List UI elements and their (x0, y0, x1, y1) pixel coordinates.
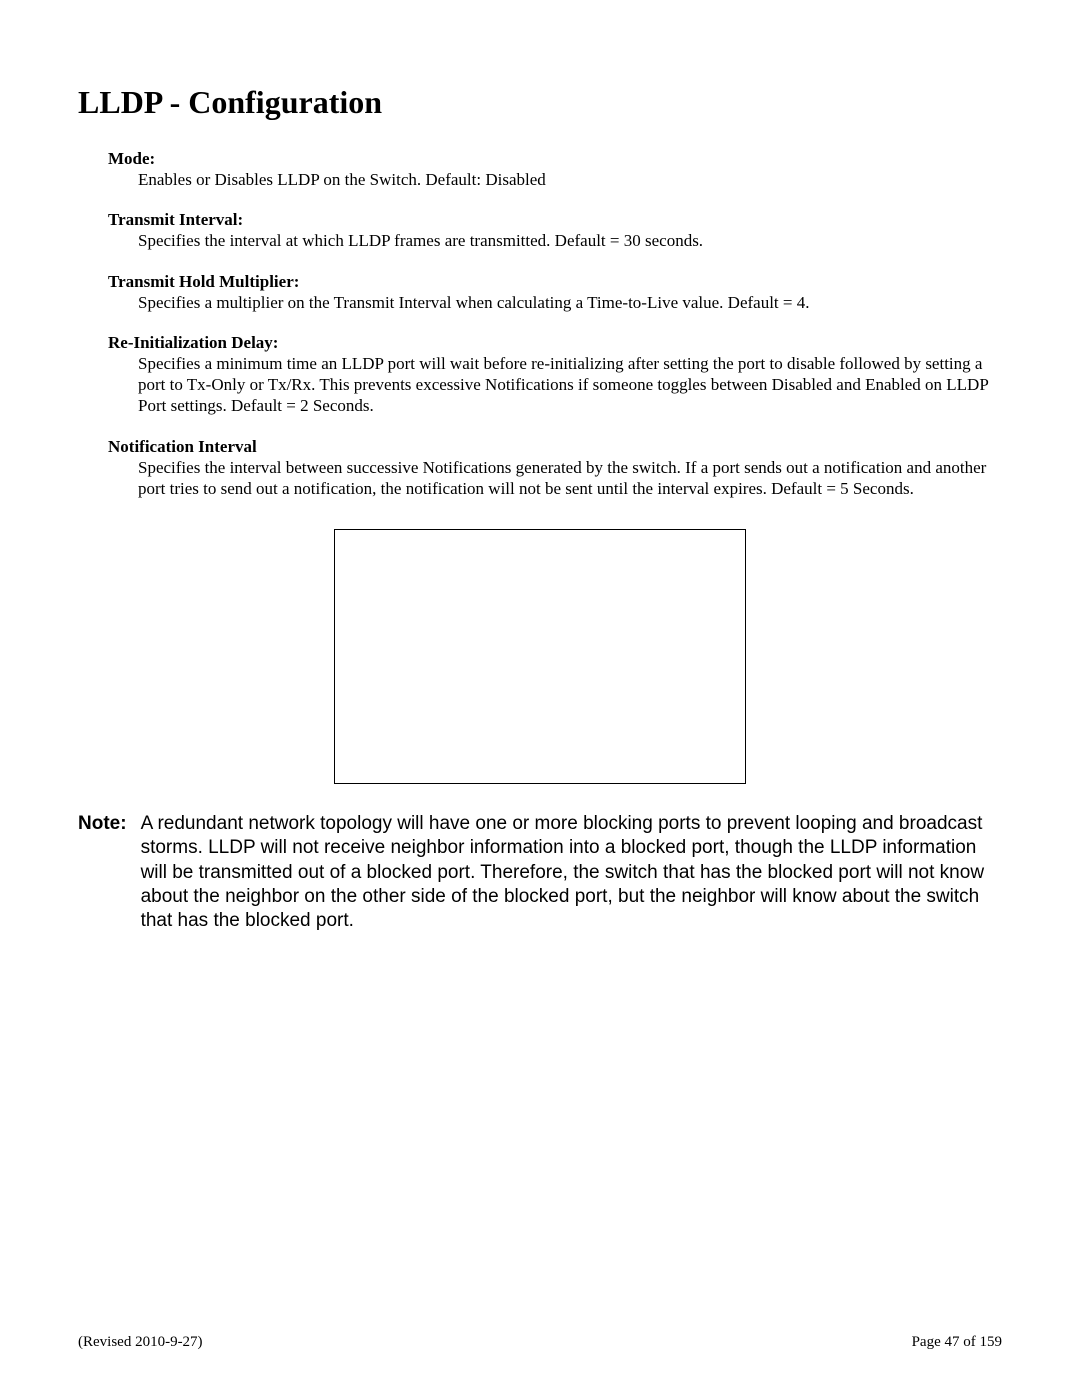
note-body: A redundant network topology will have o… (141, 812, 1002, 934)
section-label: Transmit Interval: (108, 210, 1002, 230)
section-body: Specifies the interval between successiv… (138, 457, 1002, 500)
section-label: Mode: (108, 149, 1002, 169)
figure-placeholder (334, 529, 746, 784)
section-body: Specifies a multiplier on the Transmit I… (138, 292, 1002, 313)
section-re-initialization-delay: Re-Initialization Delay: Specifies a min… (108, 333, 1002, 417)
note: Note: A redundant network topology will … (78, 812, 1002, 934)
section-mode: Mode: Enables or Disables LLDP on the Sw… (108, 149, 1002, 190)
footer-right: Page 47 of 159 (912, 1334, 1002, 1351)
section-transmit-interval: Transmit Interval: Specifies the interva… (108, 210, 1002, 251)
footer-left: (Revised 2010-9-27) (78, 1334, 203, 1351)
footer: (Revised 2010-9-27) Page 47 of 159 (78, 1334, 1002, 1351)
note-label: Note: (78, 812, 141, 934)
section-body: Specifies a minimum time an LLDP port wi… (138, 353, 1002, 417)
page-title: LLDP - Configuration (78, 84, 1002, 121)
section-label: Re-Initialization Delay: (108, 333, 1002, 353)
section-notification-interval: Notification Interval Specifies the inte… (108, 437, 1002, 500)
section-label: Notification Interval (108, 437, 1002, 457)
section-body: Specifies the interval at which LLDP fra… (138, 230, 1002, 251)
section-body: Enables or Disables LLDP on the Switch. … (138, 169, 1002, 190)
section-label: Transmit Hold Multiplier: (108, 272, 1002, 292)
section-transmit-hold-multiplier: Transmit Hold Multiplier: Specifies a mu… (108, 272, 1002, 313)
